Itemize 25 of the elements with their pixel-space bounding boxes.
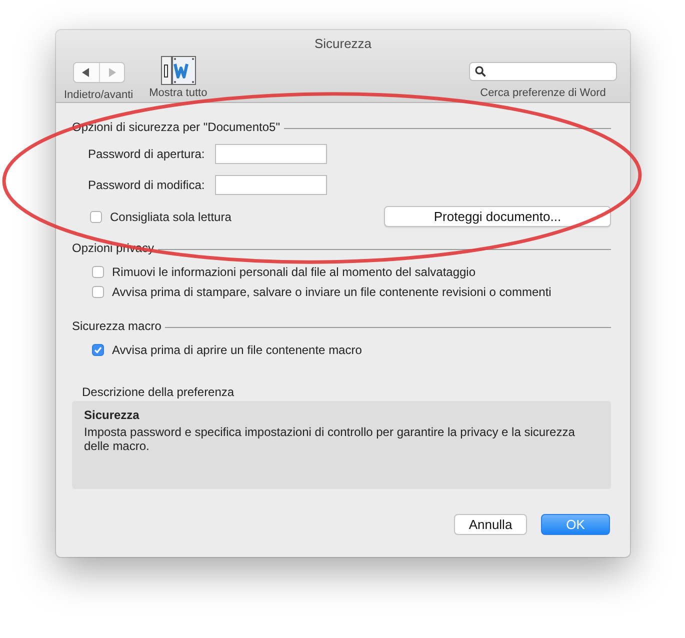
description-title: Sicurezza: [84, 408, 140, 422]
checkbox[interactable]: [92, 344, 104, 356]
password-field[interactable]: [215, 144, 327, 164]
window-title: Sicurezza: [313, 35, 373, 53]
search-field[interactable]: [469, 62, 617, 81]
toolbar-label: Cerca preferenze di Word: [480, 87, 606, 99]
cancel-button[interactable]: Annulla: [454, 514, 527, 535]
checkbox[interactable]: [90, 210, 102, 222]
checkbox-label: Avvisa prima di stampare, salvare o inviare un file contenente revisioni o commenti: [112, 285, 552, 299]
toolbar-label: Indietro/avanti: [64, 89, 134, 101]
checkbox-label: Rimuovi le informazioni personali dal file al momento del salvataggio: [112, 265, 476, 279]
description-text: Imposta password e specifica impostazioni di controllo per garantire la privacy e la sicurezza delle macro.: [84, 425, 576, 453]
grid-icon[interactable]: [160, 56, 196, 85]
toolbar-label: Mostra tutto: [149, 87, 208, 99]
checkbox[interactable]: [92, 266, 104, 278]
password-field[interactable]: [215, 175, 327, 195]
search-icon: [475, 66, 486, 77]
protect-document-button[interactable]: Proteggi documento...: [384, 206, 611, 227]
checkbox-label: Avvisa prima di aprire un file contenente macro: [112, 343, 362, 357]
field-label: Password di modifica:: [88, 178, 206, 192]
field-label: Password di apertura:: [88, 147, 206, 161]
section-title: Sicurezza macro: [72, 319, 162, 333]
checkbox[interactable]: [92, 286, 104, 298]
section-title: Descrizione della preferenza: [81, 385, 236, 399]
checkbox-label: Consigliata sola lettura: [110, 210, 232, 224]
